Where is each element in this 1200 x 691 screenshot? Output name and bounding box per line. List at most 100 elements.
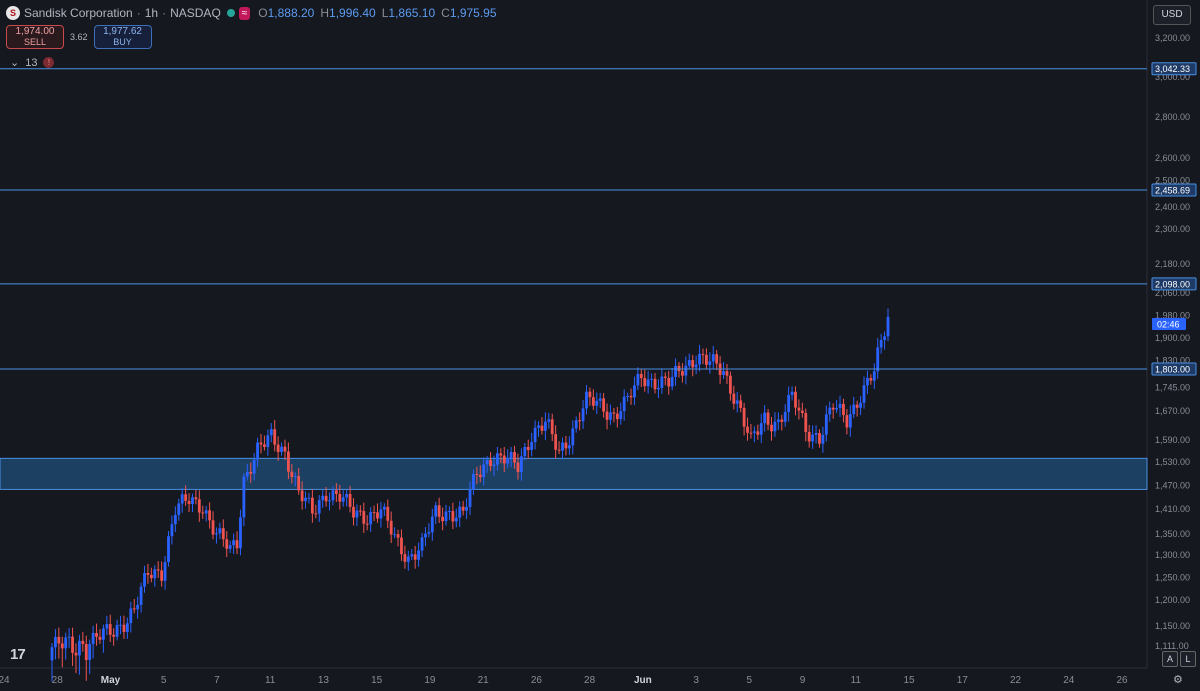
- candle-body: [132, 608, 136, 610]
- price-tick-label: 2,400.00: [1155, 202, 1190, 212]
- candle-body: [461, 506, 465, 511]
- candle-body: [345, 494, 349, 498]
- candle-body: [259, 442, 263, 445]
- candle-body: [766, 412, 770, 425]
- candle-body: [550, 419, 554, 435]
- candle-body: [273, 429, 277, 445]
- candle-body: [752, 431, 756, 433]
- indicator-count: 13: [25, 56, 38, 69]
- demand-zone: [0, 457, 1148, 490]
- candle-body: [64, 637, 68, 649]
- candle-body: [776, 419, 780, 422]
- candle-body: [595, 400, 599, 406]
- candle-body: [256, 442, 259, 460]
- auto-scale-button[interactable]: A: [1162, 651, 1178, 667]
- price-tick-label: 2,180.00: [1155, 259, 1190, 269]
- chart-svg[interactable]: 1,111.00 1,150.00 1,200.00 1,250.00 1,300.00…: [0, 0, 1200, 691]
- countdown-label: 02:46: [1157, 319, 1180, 329]
- candle-body: [756, 431, 760, 435]
- candle-body: [194, 497, 198, 500]
- candle-body: [739, 400, 743, 408]
- candle-body: [496, 453, 499, 465]
- candle-body: [403, 554, 407, 562]
- candlestick-chart[interactable]: 1,111.00 1,150.00 1,200.00 1,250.00 1,300.00…: [0, 0, 1200, 691]
- level-label: 2,458.69: [1155, 186, 1190, 196]
- tradingview-logo[interactable]: 17: [10, 646, 26, 663]
- candle-body: [177, 503, 181, 515]
- candle-body: [643, 378, 647, 387]
- candle-body: [355, 510, 359, 518]
- chevron-down-icon: ⌄: [10, 57, 20, 69]
- candle-body: [732, 393, 736, 404]
- spread-value: 3.62: [70, 32, 88, 42]
- warning-icon[interactable]: !: [43, 57, 55, 68]
- candle-body: [722, 371, 725, 375]
- gear-icon[interactable]: ⚙: [1173, 673, 1183, 686]
- candle-body: [417, 550, 421, 560]
- candle-body: [393, 534, 397, 536]
- candle-body: [602, 398, 606, 412]
- currency-button[interactable]: USD: [1153, 5, 1191, 25]
- candle-body: [828, 407, 832, 415]
- candle-body: [221, 528, 225, 540]
- candle-body: [506, 457, 510, 464]
- candle-body: [304, 497, 307, 502]
- candle-body: [98, 636, 102, 640]
- time-tick-label: 22: [1010, 675, 1022, 686]
- candle-body: [269, 429, 273, 436]
- wave-icon[interactable]: ≈: [238, 6, 251, 20]
- candle-body: [153, 569, 157, 579]
- candle-body: [239, 517, 242, 549]
- candle-body: [105, 624, 109, 629]
- time-tick-label: 28: [52, 675, 64, 686]
- price-tick-label: 1,150.00: [1155, 621, 1190, 631]
- candle-body: [482, 464, 486, 478]
- candle-body: [818, 432, 821, 444]
- sell-button[interactable]: 1,974.00 SELL: [6, 25, 64, 49]
- candle-body: [434, 505, 438, 517]
- candle-body: [814, 432, 818, 435]
- sell-price: 1,974.00: [15, 26, 55, 37]
- candle-body: [362, 511, 366, 524]
- candle-body: [530, 442, 534, 450]
- candle-body: [615, 413, 619, 420]
- candle-body: [266, 435, 270, 447]
- candle-body: [835, 407, 839, 410]
- time-tick-label: 9: [800, 675, 806, 686]
- symbol-name[interactable]: Sandisk Corporation: [24, 6, 133, 20]
- candle-body: [660, 376, 664, 388]
- buy-label: BUY: [113, 37, 132, 47]
- candle-body: [485, 459, 489, 465]
- interval-label[interactable]: 1h: [145, 6, 158, 20]
- price-tick-label: 2,800.00: [1155, 112, 1190, 122]
- candle-body: [441, 516, 444, 522]
- candle-body: [591, 397, 595, 406]
- buy-button[interactable]: 1,977.62 BUY: [93, 25, 152, 49]
- price-tick-label: 2,300.00: [1155, 224, 1190, 234]
- candle-body: [670, 376, 674, 387]
- candle-body: [499, 453, 503, 456]
- candle-body: [465, 506, 468, 511]
- candle-body: [677, 365, 681, 372]
- candle-body: [300, 490, 304, 502]
- candle-body: [427, 532, 431, 534]
- candle-body: [523, 446, 527, 457]
- candle-body: [218, 528, 222, 534]
- log-scale-button[interactable]: L: [1180, 651, 1196, 667]
- indicators-toggle[interactable]: ⌄ 13 !: [10, 56, 55, 69]
- candle-body: [444, 511, 448, 522]
- candle-body: [249, 471, 253, 474]
- candle-body: [821, 434, 825, 444]
- candle-body: [674, 365, 677, 377]
- candle-body: [746, 426, 749, 433]
- candle-body: [588, 391, 592, 398]
- candle-body: [57, 636, 61, 644]
- candle-body: [170, 524, 174, 537]
- candle-body: [526, 446, 530, 450]
- price-tick-label: 1,670.00: [1155, 406, 1190, 416]
- candle-body: [698, 353, 701, 365]
- candle-body: [448, 511, 451, 513]
- candle-body: [663, 376, 667, 378]
- candle-body: [365, 523, 369, 525]
- candle-body: [790, 391, 794, 396]
